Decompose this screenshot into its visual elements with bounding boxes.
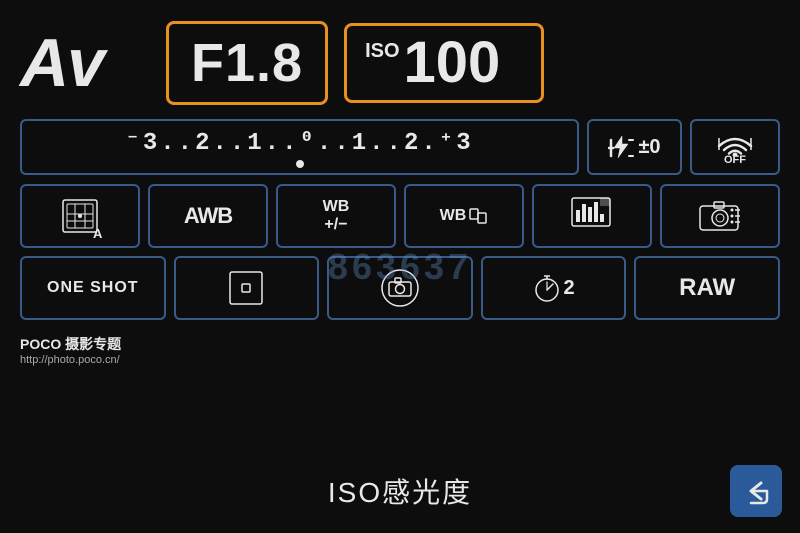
wb-bracket-icon xyxy=(468,206,488,226)
aperture-box[interactable]: F1.8 xyxy=(166,21,328,105)
flash-comp-value: ±0 xyxy=(638,136,660,159)
metering-icon: A xyxy=(57,194,103,238)
flash-comp-box[interactable]: ±0 xyxy=(587,119,682,175)
bottom-row: POCO 摄影专题 http://photo.poco.cn/ xyxy=(20,334,780,366)
back-arrow-icon xyxy=(741,477,771,505)
af-mode-box[interactable]: ONE SHOT xyxy=(20,256,166,320)
af-point-icon xyxy=(226,268,266,308)
exposure-scale-box[interactable]: ⁻3..2..1..⁰..1..2.⁺3 xyxy=(20,119,579,175)
iso-box[interactable]: ISO 100 xyxy=(344,23,544,103)
mode-label: Av xyxy=(20,24,150,102)
self-timer-icon xyxy=(533,272,561,304)
camera-screen: 863637 Av F1.8 ISO 100 ⁻3..2..1..⁰..1..2… xyxy=(0,0,800,533)
wifi-box[interactable]: OFF xyxy=(690,119,780,175)
self-timer-value: 2 xyxy=(564,277,575,300)
live-view-box[interactable] xyxy=(660,184,780,248)
back-button[interactable] xyxy=(730,465,782,517)
iso-label: ISO xyxy=(365,40,399,63)
self-timer-box[interactable]: 2 xyxy=(481,256,627,320)
row2-exposure: ⁻3..2..1..⁰..1..2.⁺3 ±0 xyxy=(20,118,780,176)
wb-shift-label: +/− xyxy=(324,216,347,234)
svg-text:A: A xyxy=(93,226,103,238)
format-box[interactable]: RAW xyxy=(634,256,780,320)
wb-bracket-label: WB xyxy=(440,207,467,225)
wifi-status: OFF xyxy=(724,154,746,166)
row1-header: Av F1.8 ISO 100 xyxy=(20,18,780,108)
awb-text: AWB xyxy=(184,203,232,229)
flash-comp-icon xyxy=(608,134,634,160)
live-view-icon xyxy=(696,194,744,238)
awb-box[interactable]: AWB xyxy=(148,184,268,248)
af-point-box[interactable] xyxy=(174,256,320,320)
poco-logo: POCO 摄影专题 http://photo.poco.cn/ xyxy=(20,334,121,366)
wb-label: WB xyxy=(323,198,350,216)
picture-style-icon xyxy=(568,194,616,238)
picture-style-box[interactable] xyxy=(532,184,652,248)
exposure-indicator xyxy=(296,159,304,168)
metering-box[interactable]: A xyxy=(20,184,140,248)
poco-brand: POCO 摄影专题 xyxy=(20,334,121,354)
iso-value: 100 xyxy=(404,34,501,92)
exposure-scale-text: ⁻3..2..1..⁰..1..2.⁺3 xyxy=(125,127,473,157)
af-mode-text: ONE SHOT xyxy=(47,279,139,297)
row3-settings: A AWB WB +/− WB xyxy=(20,184,780,248)
live-view-shoot-icon xyxy=(379,267,421,309)
live-view-shoot-box[interactable] xyxy=(327,256,473,320)
poco-url: http://photo.poco.cn/ xyxy=(20,354,121,366)
wifi-icon xyxy=(714,128,756,156)
wb-shift-box[interactable]: WB +/− xyxy=(276,184,396,248)
wb-bracket-box[interactable]: WB xyxy=(404,184,524,248)
format-text: RAW xyxy=(679,274,735,302)
row4-shooting: ONE SHOT xyxy=(20,256,780,320)
iso-label-bottom: ISO感光度 xyxy=(328,471,472,511)
